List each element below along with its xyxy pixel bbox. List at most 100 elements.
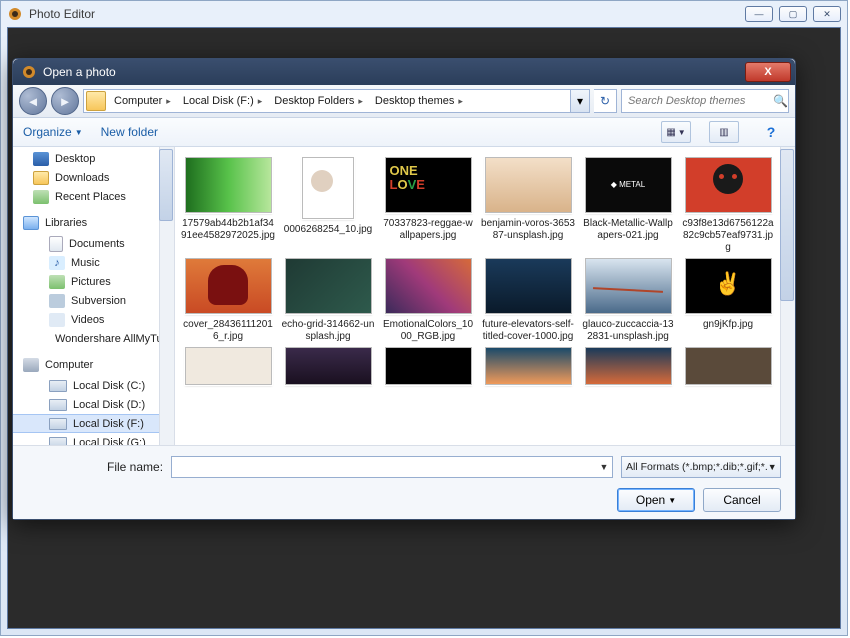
file-item[interactable]	[379, 347, 477, 385]
file-name: echo-grid-314662-unsplash.jpg	[281, 319, 375, 343]
folder-icon	[86, 91, 106, 111]
preview-pane-button[interactable]: ▥	[709, 121, 739, 143]
pic-icon	[49, 275, 65, 289]
search-icon: 🔍	[773, 94, 788, 108]
tree-item[interactable]: Desktop	[13, 149, 174, 168]
file-item[interactable]: benjamin-voros-365387-unsplash.jpg	[479, 157, 577, 254]
file-name: future-elevators-self-titled-cover-1000.…	[481, 319, 575, 343]
help-button[interactable]: ?	[757, 122, 785, 142]
tree-item[interactable]: Local Disk (G:)	[13, 433, 174, 445]
sub-icon	[49, 294, 65, 308]
file-name: Black-Metallic-Wallpapers-021.jpg	[581, 218, 675, 242]
tree-item[interactable]: Documents	[13, 234, 174, 253]
dialog-titlebar: Open a photo X	[13, 59, 795, 85]
file-name: benjamin-voros-365387-unsplash.jpg	[481, 218, 575, 242]
vid-icon	[49, 313, 65, 327]
filename-input[interactable]	[172, 461, 596, 473]
nav-row: ◄ ► Computer▸Local Disk (F:)▸Desktop Fol…	[13, 85, 795, 118]
chevron-down-icon[interactable]: ▼	[596, 462, 612, 472]
disk-icon	[49, 418, 67, 430]
app-title: Photo Editor	[29, 7, 745, 21]
filetype-combo[interactable]: All Formats (*.bmp;*.dib;*.gif;*.▼	[621, 456, 781, 478]
breadcrumb-item[interactable]: Local Disk (F:)▸	[177, 90, 268, 112]
new-folder-button[interactable]: New folder	[101, 125, 158, 139]
file-item[interactable]	[179, 347, 277, 385]
file-item[interactable]: cover_284361112016_r.jpg	[179, 258, 277, 343]
refresh-button[interactable]: ↻	[594, 89, 617, 113]
file-item[interactable]: ◆ METALBlack-Metallic-Wallpapers-021.jpg	[579, 157, 677, 254]
file-item[interactable]: ✌gn9jKfp.jpg	[679, 258, 777, 343]
disk-icon	[49, 380, 67, 392]
dialog-title: Open a photo	[43, 65, 116, 79]
file-name: cover_284361112016_r.jpg	[181, 319, 275, 343]
content-scrollbar[interactable]	[780, 147, 795, 445]
app-client-area: Photo Editor Open a photo X ◄ ► Computer…	[7, 27, 841, 629]
window-buttons: — ▢ ✕	[745, 6, 841, 22]
app-titlebar: Photo Editor — ▢ ✕	[1, 1, 847, 27]
minimize-button[interactable]: —	[745, 6, 773, 22]
file-item[interactable]	[279, 347, 377, 385]
tree-item[interactable]: Local Disk (C:)	[13, 376, 174, 395]
dialog-close-button[interactable]: X	[745, 62, 791, 82]
file-name: 0006268254_10.jpg	[281, 224, 375, 236]
search-input[interactable]	[626, 94, 773, 108]
file-item[interactable]: 0006268254_10.jpg	[279, 157, 377, 254]
dialog-body: DesktopDownloadsRecent Places LibrariesDo…	[13, 147, 795, 445]
open-dialog: Open a photo X ◄ ► Computer▸Local Disk (…	[12, 58, 796, 520]
libraries-icon	[23, 216, 39, 230]
tree-item[interactable]: Downloads	[13, 168, 174, 187]
toolbar: Organize▼ New folder ▦ ▼ ▥ ?	[13, 118, 795, 147]
tree-item[interactable]: Subversion	[13, 291, 174, 310]
file-name: EmotionalColors_1000_RGB.jpg	[381, 319, 475, 343]
down-icon	[33, 171, 49, 185]
dialog-footer: File name: ▼ All Formats (*.bmp;*.dib;*.…	[13, 445, 795, 519]
open-button[interactable]: Open▼	[617, 488, 695, 512]
tree-item[interactable]: Pictures	[13, 272, 174, 291]
file-item[interactable]	[579, 347, 677, 385]
breadcrumb-item[interactable]: Computer▸	[108, 90, 177, 112]
search-box[interactable]: 🔍	[621, 89, 789, 113]
tree-header-computer[interactable]: Computer	[13, 354, 174, 376]
maximize-button[interactable]: ▢	[779, 6, 807, 22]
tree-item[interactable]: Recent Places	[13, 187, 174, 206]
doc-icon	[49, 236, 63, 252]
computer-icon	[23, 358, 39, 372]
file-item[interactable]: 17579ab44b2b1af3491ee4582972025.jpg	[179, 157, 277, 254]
close-button[interactable]: ✕	[813, 6, 841, 22]
file-item[interactable]: glauco-zuccaccia-132831-unsplash.jpg	[579, 258, 677, 343]
file-item[interactable]: ONELOVE70337823-reggae-wallpapers.jpg	[379, 157, 477, 254]
forward-button[interactable]: ►	[51, 87, 79, 115]
organize-button[interactable]: Organize▼	[23, 125, 83, 139]
tree-item[interactable]: Local Disk (D:)	[13, 395, 174, 414]
tree-item[interactable]: Videos	[13, 310, 174, 329]
file-name: 17579ab44b2b1af3491ee4582972025.jpg	[181, 218, 275, 242]
file-name: glauco-zuccaccia-132831-unsplash.jpg	[581, 319, 675, 343]
filename-combo[interactable]: ▼	[171, 456, 613, 478]
music-icon: ♪	[49, 256, 65, 270]
cancel-button[interactable]: Cancel	[703, 488, 781, 512]
dialog-icon	[21, 64, 37, 80]
tree-item[interactable]: ♪Music	[13, 253, 174, 272]
tree-header-libraries[interactable]: Libraries	[13, 212, 174, 234]
breadcrumb-item[interactable]: Desktop Folders▸	[268, 90, 369, 112]
nav-tree: DesktopDownloadsRecent Places LibrariesDo…	[13, 147, 175, 445]
breadcrumb-dropdown[interactable]: ▾	[570, 90, 589, 112]
disk-icon	[49, 437, 67, 446]
app-icon	[7, 6, 23, 22]
tree-item[interactable]: Local Disk (F:)	[13, 414, 174, 433]
view-mode-button[interactable]: ▦ ▼	[661, 121, 691, 143]
file-item[interactable]: c93f8e13d6756122a82c9cb57eaf9731.jpg	[679, 157, 777, 254]
file-item[interactable]: EmotionalColors_1000_RGB.jpg	[379, 258, 477, 343]
file-item[interactable]: echo-grid-314662-unsplash.jpg	[279, 258, 377, 343]
file-item[interactable]: future-elevators-self-titled-cover-1000.…	[479, 258, 577, 343]
file-name: gn9jKfp.jpg	[681, 319, 775, 331]
tree-scrollbar[interactable]	[159, 147, 174, 445]
back-button[interactable]: ◄	[19, 87, 47, 115]
file-item[interactable]	[679, 347, 777, 385]
filename-label: File name:	[107, 460, 163, 474]
tree-item[interactable]: Wondershare AllMyTube	[13, 329, 174, 348]
desktop-icon	[33, 152, 49, 166]
file-item[interactable]	[479, 347, 577, 385]
breadcrumb-item[interactable]: Desktop themes▸	[369, 90, 469, 112]
breadcrumb-bar[interactable]: Computer▸Local Disk (F:)▸Desktop Folders…	[83, 89, 590, 113]
